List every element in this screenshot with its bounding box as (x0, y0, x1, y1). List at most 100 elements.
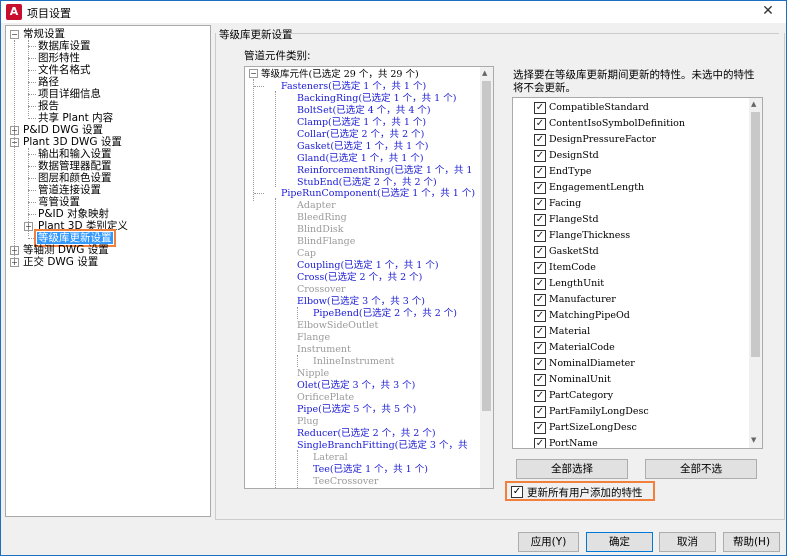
tree-node[interactable]: Instrument (297, 344, 351, 355)
tree-node[interactable]: Lateral (313, 452, 348, 463)
nav-item-plant3d-dwg[interactable]: Plant 3D DWG 设置 (23, 136, 122, 148)
tree-node[interactable]: Crossover (297, 284, 346, 295)
collapse-icon[interactable]: − (249, 69, 258, 78)
scroll-up-icon[interactable]: ▲ (751, 100, 756, 108)
nav-item-reports[interactable]: 报告 (38, 100, 59, 112)
nav-item-export-import[interactable]: 输出和输入设置 (38, 148, 112, 160)
property-checkbox[interactable]: ✓ (534, 230, 546, 242)
property-item[interactable]: ✓ ItemCode (534, 260, 596, 276)
property-checkbox[interactable]: ✓ (534, 102, 546, 114)
tree-node[interactable]: InlineInstrument (313, 356, 394, 367)
property-item[interactable]: ✓ DesignStd (534, 148, 599, 164)
property-item[interactable]: ✓ EngagementLength (534, 180, 644, 196)
tree-node[interactable]: Pipe(已选定 5 个，共 5 个) (297, 404, 416, 415)
property-checkbox[interactable]: ✓ (534, 294, 546, 306)
property-item[interactable]: ✓ NominalUnit (534, 372, 611, 388)
nav-item-layers-colors[interactable]: 图层和颜色设置 (38, 172, 112, 184)
tree-node[interactable]: Gasket(已选定 1 个，共 1 个) (297, 141, 428, 152)
property-checkbox[interactable]: ✓ (534, 198, 546, 210)
property-checkbox[interactable]: ✓ (534, 358, 546, 370)
property-item[interactable]: ✓ PartFamilyLongDesc (534, 404, 649, 420)
property-checkbox[interactable]: ✓ (534, 374, 546, 386)
deselect-all-button[interactable]: 全部不选 (645, 459, 757, 479)
tree-node[interactable]: OrificePlate (297, 392, 354, 403)
property-item[interactable]: ✓ PartSizeLongDesc (534, 420, 637, 436)
tree-root[interactable]: 等级库元件(已选定 29 个，共 29 个) (261, 69, 419, 80)
scroll-up-icon[interactable]: ▲ (482, 69, 487, 77)
nav-item-filename-format[interactable]: 文件名格式 (38, 64, 91, 76)
nav-item-bend-settings[interactable]: 弯管设置 (38, 196, 80, 208)
property-item[interactable]: ✓ MatchingPipeOd (534, 308, 630, 324)
apply-button[interactable]: 应用(Y) (518, 532, 579, 552)
tree-node[interactable]: Coupling(已选定 1 个，共 1 个) (297, 260, 439, 271)
property-checkbox[interactable]: ✓ (534, 326, 546, 338)
scroll-thumb[interactable] (482, 81, 491, 411)
nav-item-shared-content[interactable]: 共享 Plant 内容 (38, 112, 113, 124)
property-checkbox[interactable]: ✓ (534, 118, 546, 130)
nav-item-pid-object-mapping[interactable]: P&ID 对象映射 (38, 208, 109, 220)
property-item[interactable]: ✓ CompatibleStandard (534, 100, 649, 116)
tree-node[interactable]: Olet(已选定 3 个，共 3 个) (297, 380, 415, 391)
property-checkbox[interactable]: ✓ (534, 390, 546, 402)
property-checkbox[interactable]: ✓ (534, 422, 546, 434)
tree-node[interactable]: ElbowSideOutlet (297, 320, 378, 331)
tree-node[interactable]: Reducer(已选定 2 个，共 2 个) (297, 428, 436, 439)
property-item[interactable]: ✓ ContentIsoSymbolDefinition (534, 116, 685, 132)
close-button[interactable]: ✕ (750, 1, 786, 23)
property-item[interactable]: ✓ EndType (534, 164, 592, 180)
nav-item-graphic-props[interactable]: 图形特性 (38, 52, 80, 64)
tree-node[interactable]: Cap (297, 248, 316, 259)
property-item[interactable]: ✓ Manufacturer (534, 292, 616, 308)
property-checkbox[interactable]: ✓ (534, 310, 546, 322)
property-item[interactable]: ✓ GasketStd (534, 244, 599, 260)
property-checkbox[interactable]: ✓ (534, 438, 546, 448)
tree-node[interactable]: StubEnd(已选定 2 个，共 2 个) (297, 177, 437, 188)
property-item[interactable]: ✓ NominalDiameter (534, 356, 635, 372)
property-checkbox[interactable]: ✓ (534, 342, 546, 354)
tree-node[interactable]: Plug (297, 416, 319, 427)
property-scrollbar[interactable]: ▲ ▼ (749, 98, 762, 448)
tree-node[interactable]: Tee(已选定 1 个，共 1 个) (313, 464, 428, 475)
tree-scrollbar[interactable]: ▲ (480, 67, 493, 488)
property-item[interactable]: ✓ MaterialCode (534, 340, 615, 356)
tree-node[interactable]: Gland(已选定 1 个，共 1 个) (297, 153, 424, 164)
nav-item-pid-dwg[interactable]: P&ID DWG 设置 (23, 124, 103, 136)
property-checkbox[interactable]: ✓ (534, 262, 546, 274)
nav-item-project-details[interactable]: 项目详细信息 (38, 88, 101, 100)
property-item[interactable]: ✓ FlangeStd (534, 212, 599, 228)
property-checkbox[interactable]: ✓ (534, 150, 546, 162)
nav-item-data-manager[interactable]: 数据管理器配置 (38, 160, 112, 172)
nav-item-general[interactable]: 常规设置 (23, 28, 65, 40)
tree-node[interactable]: BlindFlange (297, 236, 355, 247)
property-item[interactable]: ✓ LengthUnit (534, 276, 604, 292)
tree-node[interactable]: Flange (297, 332, 330, 343)
tree-node[interactable]: BleedRing (297, 212, 347, 223)
property-item[interactable]: ✓ PortName (534, 436, 598, 448)
tree-node[interactable]: BackingRing(已选定 1 个，共 1 个) (297, 93, 456, 104)
property-checkbox[interactable]: ✓ (534, 278, 546, 290)
cancel-button[interactable]: 取消 (659, 532, 716, 552)
tree-node[interactable]: ReinforcementRing(已选定 1 个，共 1 (297, 165, 472, 176)
property-checkbox[interactable]: ✓ (534, 182, 546, 194)
tree-node[interactable]: SingleBranchFitting(已选定 3 个，共 (297, 440, 467, 451)
nav-item-paths[interactable]: 路径 (38, 76, 59, 88)
property-checkbox[interactable]: ✓ (534, 166, 546, 178)
tree-node[interactable]: BoltSet(已选定 4 个，共 4 个) (297, 105, 431, 116)
property-item[interactable]: ✓ Material (534, 324, 590, 340)
property-item[interactable]: ✓ DesignPressureFactor (534, 132, 656, 148)
property-checkbox[interactable]: ✓ (534, 214, 546, 226)
tree-node[interactable]: Clamp(已选定 1 个，共 1 个) (297, 117, 426, 128)
tree-node[interactable]: TeeCrossover (313, 476, 378, 487)
tree-node[interactable]: PipeBend(已选定 2 个，共 2 个) (313, 308, 457, 319)
property-checkbox[interactable]: ✓ (534, 246, 546, 258)
property-checkbox[interactable]: ✓ (534, 134, 546, 146)
nav-item-iso-dwg[interactable]: 等轴测 DWG 设置 (23, 244, 109, 256)
tree-node-fasteners[interactable]: Fasteners(已选定 1 个，共 1 个) (281, 81, 426, 92)
select-all-button[interactable]: 全部选择 (516, 459, 628, 479)
tree-node[interactable]: Adapter (297, 200, 336, 211)
nav-item-ortho-dwg[interactable]: 正交 DWG 设置 (23, 256, 98, 268)
nav-item-pipe-connections[interactable]: 管道连接设置 (38, 184, 101, 196)
tree-node[interactable]: Cross(已选定 2 个，共 2 个) (297, 272, 422, 283)
tree-node[interactable]: Nipple (297, 368, 329, 379)
tree-node[interactable]: Collar(已选定 2 个，共 2 个) (297, 129, 424, 140)
